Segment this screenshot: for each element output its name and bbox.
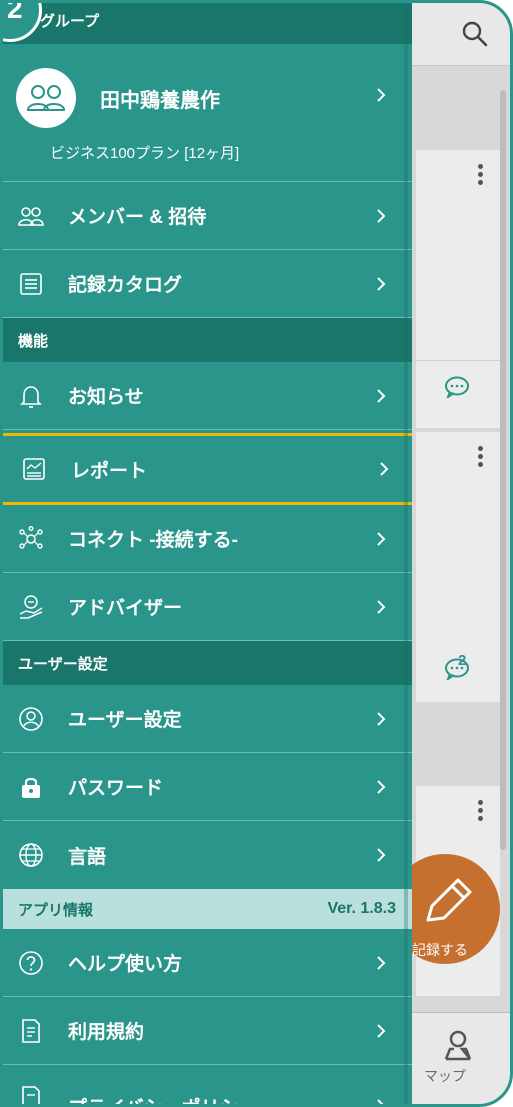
menu-item-language[interactable]: 言語 xyxy=(0,821,412,889)
menu-item-label: パスワード xyxy=(68,778,164,799)
group-icon xyxy=(26,85,66,111)
menu-item-label: メンバー & 招待 xyxy=(68,207,207,228)
menu-item-password[interactable]: パスワード xyxy=(0,753,412,821)
chevron-right-icon xyxy=(377,276,386,291)
bell-icon xyxy=(20,385,42,408)
organization-plan: ビジネス100プラン [12ヶ月] xyxy=(50,145,240,162)
report-chart-icon xyxy=(23,458,45,480)
menu-item-label: 記録カタログ xyxy=(68,275,183,296)
section-title: ユーザー設定 xyxy=(18,655,108,673)
menu-item-label: お知らせ xyxy=(68,387,144,408)
more-menu-icon[interactable] xyxy=(478,446,484,468)
menu-item-label: レポート xyxy=(71,460,148,482)
section-header-features: 機能 xyxy=(0,318,412,362)
more-menu-icon[interactable] xyxy=(478,800,484,822)
menu-item-advisor[interactable]: アドバイザー xyxy=(0,573,412,641)
section-header-user-settings: ユーザー設定 xyxy=(0,641,412,685)
menu-item-connect[interactable]: コネクト -接続する- xyxy=(0,505,412,573)
help-icon xyxy=(19,950,43,975)
feed-card[interactable] xyxy=(416,150,500,428)
section-header-app-info: アプリ情報 Ver. 1.8.3 xyxy=(0,889,412,929)
group-section-header: グループ xyxy=(0,0,412,44)
chevron-right-icon xyxy=(377,599,386,614)
group-avatar xyxy=(16,68,76,128)
organization-item[interactable]: 田中鶏養農作 ビジネス100プラン [12ヶ月] xyxy=(0,44,412,182)
members-icon xyxy=(18,206,44,226)
map-pin-icon[interactable] xyxy=(440,1029,476,1063)
scrollbar[interactable] xyxy=(500,90,506,850)
chevron-right-icon xyxy=(380,462,389,476)
globe-icon xyxy=(19,843,43,867)
advisor-icon xyxy=(19,594,43,619)
chevron-right-icon xyxy=(377,208,386,223)
chevron-right-icon xyxy=(377,531,386,546)
menu-item-label: ヘルプ使い方 xyxy=(68,954,183,975)
tab-map-label[interactable]: マップ xyxy=(424,1066,466,1086)
app-version: Ver. 1.8.3 xyxy=(327,900,396,917)
menu-item-user-settings[interactable]: ユーザー設定 xyxy=(0,685,412,753)
menu-item-members[interactable]: メンバー & 招待 xyxy=(0,182,412,250)
network-icon xyxy=(19,525,43,549)
terms-document-icon xyxy=(22,1018,40,1043)
catalog-list-icon xyxy=(20,272,42,295)
chevron-right-icon xyxy=(377,388,386,403)
menu-item-report[interactable]: レポート xyxy=(0,433,412,505)
menu-item-label: アドバイザー xyxy=(68,598,183,619)
record-fab-label: 記録する xyxy=(412,942,468,958)
chevron-right-icon xyxy=(377,1099,386,1107)
comment-icon[interactable] xyxy=(442,658,472,680)
menu-item-help[interactable]: ヘルプ使い方 xyxy=(0,929,412,997)
menu-item-catalog[interactable]: 記録カタログ xyxy=(0,250,412,318)
chevron-right-icon xyxy=(377,711,386,726)
navigation-drawer: グループ 田中鶏養農作 ビジネス100プラン [12ヶ月] メンバー & 招待 xyxy=(0,0,412,1107)
menu-item-notifications[interactable]: お知らせ xyxy=(0,362,412,430)
comment-count: 2 xyxy=(458,652,467,669)
user-circle-icon xyxy=(19,706,43,731)
chevron-right-icon xyxy=(377,88,386,102)
menu-item-label: 言語 xyxy=(68,846,107,868)
section-title: 機能 xyxy=(18,332,49,350)
bottom-tab-bar xyxy=(412,1012,513,1107)
chevron-right-icon xyxy=(377,955,386,970)
menu-item-label: コネクト -接続する- xyxy=(68,530,238,551)
chevron-right-icon xyxy=(377,848,386,862)
menu-item-label: プライバシーポリシー xyxy=(68,1093,258,1107)
pencil-icon xyxy=(426,878,472,922)
comment-icon[interactable] xyxy=(442,376,472,398)
section-title: アプリ情報 xyxy=(18,901,94,919)
chevron-right-icon xyxy=(377,779,386,794)
menu-item-label: ユーザー設定 xyxy=(68,710,182,731)
menu-item-terms[interactable]: 利用規約 xyxy=(0,997,412,1065)
search-icon[interactable] xyxy=(461,20,489,48)
menu-item-privacy[interactable]: プライバシーポリシー xyxy=(0,1065,412,1107)
menu-item-label: 利用規約 xyxy=(68,1022,145,1043)
drawer-scroll-indicator xyxy=(404,0,408,1107)
group-section-title: グループ xyxy=(40,13,100,30)
privacy-document-icon xyxy=(22,1086,40,1107)
step-badge-number: 2 xyxy=(7,0,23,24)
more-menu-icon[interactable] xyxy=(478,164,484,186)
chevron-right-icon xyxy=(377,1023,386,1038)
lock-icon xyxy=(22,777,40,798)
organization-name: 田中鶏養農作 xyxy=(100,90,220,112)
